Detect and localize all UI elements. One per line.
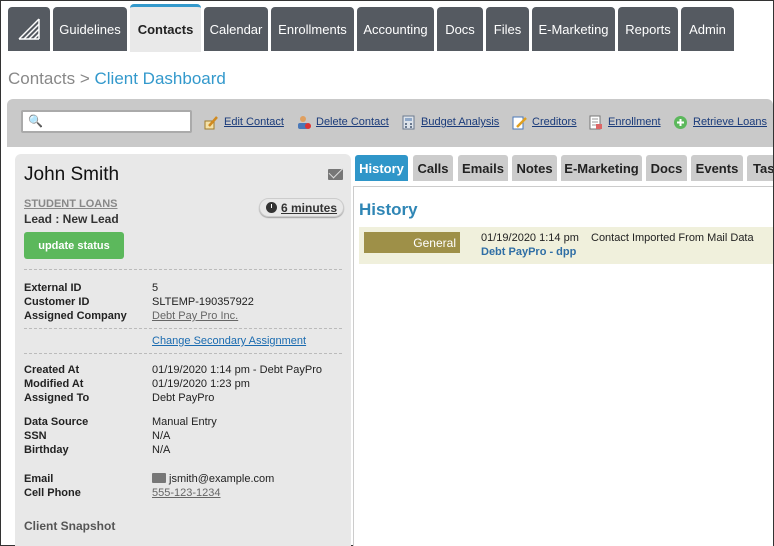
- breadcrumb-separator: >: [79, 69, 90, 88]
- envelope-icon[interactable]: [328, 169, 343, 180]
- external-id-label: External ID: [24, 282, 82, 294]
- external-id-value: 5: [152, 282, 159, 294]
- ssn-value: N/A: [152, 430, 171, 442]
- tab-emails[interactable]: Emails: [458, 155, 508, 181]
- delete-contact-button[interactable]: Delete Contact: [296, 114, 389, 130]
- history-category-badge: General: [364, 232, 460, 253]
- tab-history[interactable]: History: [355, 155, 408, 181]
- nav-tab-admin[interactable]: Admin: [681, 7, 734, 51]
- top-nav: Guidelines Contacts Calendar Enrollments…: [1, 1, 773, 55]
- pencil-icon: [204, 115, 218, 129]
- cell-phone-value[interactable]: 555-123-1234: [152, 487, 221, 499]
- edit-document-icon: [512, 116, 527, 129]
- birthday-value: N/A: [152, 444, 171, 456]
- tab-events[interactable]: Events: [691, 155, 743, 181]
- divider: [24, 353, 342, 354]
- search-icon: 🔍: [28, 114, 43, 128]
- nav-tab-calendar[interactable]: Calendar: [204, 7, 268, 51]
- history-title: History: [359, 200, 418, 219]
- retrieve-loans-button[interactable]: Retrieve Loans: [673, 114, 767, 130]
- retrieve-loans-label: Retrieve Loans: [693, 116, 767, 128]
- budget-analysis-button[interactable]: Budget Analysis: [401, 114, 499, 130]
- edit-contact-button[interactable]: Edit Contact: [204, 114, 284, 130]
- timer-value: 6 minutes: [281, 200, 338, 215]
- search-input[interactable]: 🔍: [21, 110, 192, 133]
- lead-status: Lead : New Lead: [24, 212, 119, 226]
- created-at-label: Created At: [24, 364, 80, 376]
- data-source-label: Data Source: [24, 416, 89, 428]
- client-snapshot-heading: Client Snapshot: [24, 519, 116, 533]
- tab-tasks[interactable]: Tasks: [747, 155, 773, 181]
- enrollment-label: Enrollment: [608, 116, 661, 128]
- modified-at-value: 01/19/2020 1:23 pm: [152, 378, 250, 390]
- calculator-icon: [402, 115, 415, 129]
- tab-calls[interactable]: Calls: [413, 155, 453, 181]
- nav-tab-enrollments[interactable]: Enrollments: [271, 7, 354, 51]
- email-value: jsmith@example.com: [169, 473, 275, 485]
- user-delete-icon: [298, 115, 311, 129]
- nav-tab-guidelines[interactable]: Guidelines: [53, 7, 127, 51]
- email-label: Email: [24, 473, 54, 485]
- nav-tab-files[interactable]: Files: [486, 7, 529, 51]
- data-source-value: Manual Entry: [152, 416, 217, 428]
- divider: [24, 269, 342, 270]
- contact-name: John Smith: [24, 164, 120, 185]
- divider: [24, 328, 342, 329]
- update-status-button[interactable]: update status: [24, 232, 124, 259]
- breadcrumb-root[interactable]: Contacts: [8, 69, 75, 88]
- creditors-label: Creditors: [532, 116, 577, 128]
- nav-tab-docs[interactable]: Docs: [437, 7, 483, 51]
- budget-analysis-label: Budget Analysis: [421, 116, 500, 128]
- assigned-to-value: Debt PayPro: [152, 392, 215, 404]
- clock-icon: [266, 202, 277, 213]
- modified-at-label: Modified At: [24, 378, 84, 390]
- history-date: 01/19/2020 1:14 pm: [481, 232, 579, 244]
- campaign-link[interactable]: STUDENT LOANS: [24, 198, 118, 210]
- nav-tab-reports[interactable]: Reports: [618, 7, 678, 51]
- email-value-wrap[interactable]: jsmith@example.com: [152, 473, 274, 485]
- enrollment-button[interactable]: Enrollment: [588, 114, 661, 130]
- logo-icon[interactable]: [8, 7, 50, 51]
- timer-badge[interactable]: 6 minutes: [259, 198, 345, 217]
- birthday-label: Birthday: [24, 444, 69, 456]
- delete-contact-label: Delete Contact: [316, 116, 389, 128]
- document-icon: [589, 115, 602, 129]
- nav-tab-accounting[interactable]: Accounting: [357, 7, 434, 51]
- change-secondary-assignment-link[interactable]: Change Secondary Assignment: [152, 335, 306, 347]
- history-user: Debt PayPro - dpp: [481, 246, 577, 258]
- ssn-label: SSN: [24, 430, 47, 442]
- customer-id-label: Customer ID: [24, 296, 90, 308]
- page-title: Client Dashboard: [94, 69, 226, 88]
- tab-docs[interactable]: Docs: [646, 155, 687, 181]
- creditors-button[interactable]: Creditors: [512, 114, 577, 130]
- edit-contact-label: Edit Contact: [224, 116, 284, 128]
- history-description: Contact Imported From Mail Data: [591, 232, 754, 244]
- created-at-value: 01/19/2020 1:14 pm - Debt PayPro: [152, 364, 322, 376]
- nav-tab-e-marketing[interactable]: E-Marketing: [532, 7, 615, 51]
- customer-id-value: SLTEMP-190357922: [152, 296, 254, 308]
- tab-notes[interactable]: Notes: [512, 155, 557, 181]
- cell-phone-label: Cell Phone: [24, 487, 81, 499]
- assigned-company-value[interactable]: Debt Pay Pro Inc.: [152, 310, 238, 322]
- assigned-company-label: Assigned Company: [24, 310, 127, 322]
- nav-tab-contacts[interactable]: Contacts: [130, 4, 201, 52]
- add-circle-icon: [674, 115, 687, 129]
- envelope-icon: [152, 473, 166, 483]
- breadcrumb: Contacts > Client Dashboard: [8, 69, 226, 89]
- tab-e-marketing[interactable]: E-Marketing: [561, 155, 642, 181]
- assigned-to-label: Assigned To: [24, 392, 90, 404]
